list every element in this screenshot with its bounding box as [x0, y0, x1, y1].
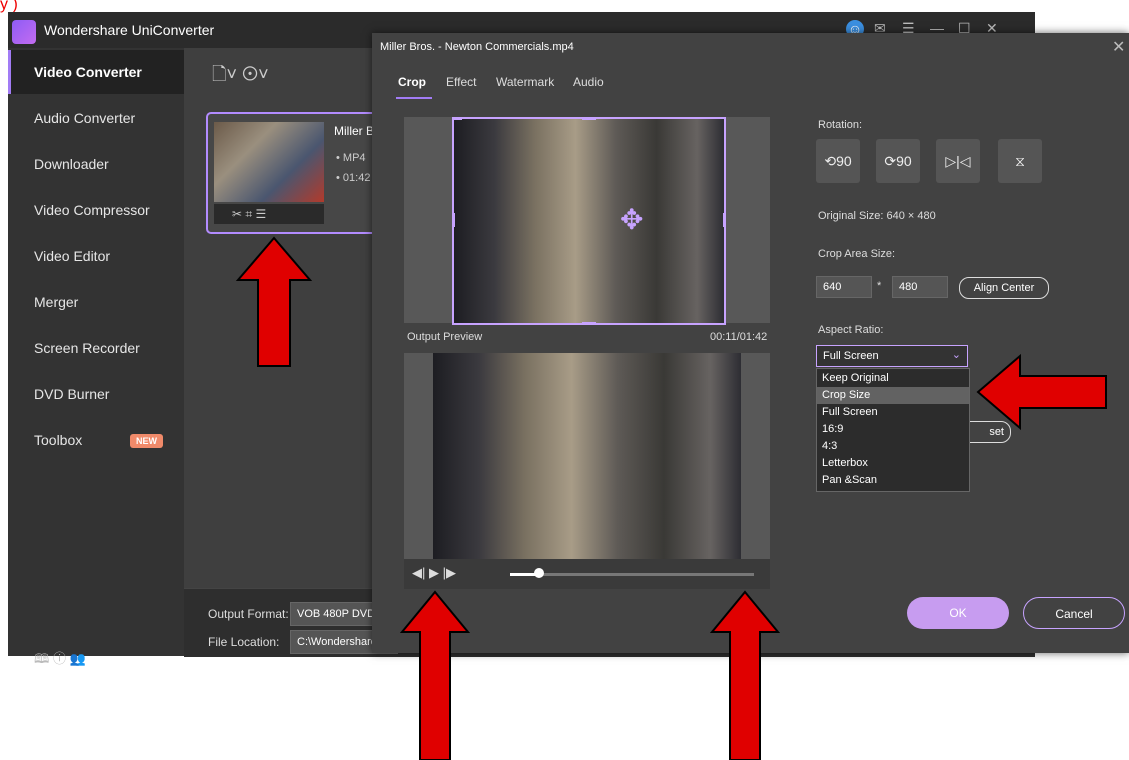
sidebar-bottom-icons[interactable]: 🕮 ⓘ 👥 [34, 648, 86, 672]
aspect-option-label: 16:9 [822, 423, 844, 435]
ok-button[interactable]: OK [907, 597, 1009, 629]
aspect-option[interactable]: Keep Original [817, 370, 969, 387]
sidebar-item-label: Audio Converter [34, 110, 136, 126]
tab-watermark[interactable]: Watermark [496, 75, 554, 89]
crop-handle[interactable] [452, 117, 462, 120]
crop-handle[interactable] [582, 322, 596, 325]
sidebar-item-label: Merger [34, 294, 79, 310]
sidebar: Video Converter Audio Converter Download… [8, 48, 187, 666]
aspect-option-label: Keep Original [822, 372, 889, 384]
app-logo-icon [12, 20, 36, 44]
crop-height-input[interactable]: 480 [892, 276, 948, 298]
aspect-option-label: Letterbox [822, 457, 868, 469]
cancel-button[interactable]: Cancel [1023, 597, 1125, 629]
crop-width-input[interactable]: 640 [816, 276, 872, 298]
red-arrow-up-icon [399, 590, 471, 760]
dialog-title: Miller Bros. - Newton Commercials.mp4 [380, 41, 574, 53]
sidebar-item-video-compressor[interactable]: Video Compressor [8, 188, 184, 232]
play-controls-icons[interactable]: ◀| ▶ |▶ [412, 565, 456, 581]
output-preview-label: Output Preview [407, 331, 483, 343]
tab-effect[interactable]: Effect [446, 75, 476, 89]
aspect-option-label: Full Screen [822, 406, 878, 418]
red-arrow-up-icon [235, 236, 313, 367]
thumbnail-tools[interactable]: ✂ ⌗ ☰ [214, 204, 324, 224]
sidebar-item-label: DVD Burner [34, 386, 110, 402]
red-arrow-up-icon [709, 590, 781, 760]
annotation-red-text: y ) [0, 0, 18, 13]
crop-handle[interactable] [723, 213, 726, 227]
rotation-label: Rotation: [818, 119, 863, 131]
aspect-ratio-label: Aspect Ratio: [818, 324, 884, 336]
crop-area-size-label: Crop Area Size: [818, 248, 896, 260]
sidebar-item-screen-recorder[interactable]: Screen Recorder [8, 326, 184, 370]
sidebar-item-label: Video Compressor [34, 202, 150, 218]
crop-preview: ✥ [404, 117, 770, 325]
sidebar-item-dvd-burner[interactable]: DVD Burner [8, 372, 184, 416]
crop-handle[interactable] [452, 213, 455, 227]
flip-vertical-button[interactable]: ⧖ [998, 139, 1042, 183]
sidebar-item-label: Downloader [34, 156, 109, 172]
sidebar-item-label: Screen Recorder [34, 340, 140, 356]
align-center-button[interactable]: Align Center [959, 277, 1049, 299]
time-display: 00:11/01:42 [710, 331, 768, 343]
aspect-ratio-select[interactable]: Full Screen ⌄ [816, 345, 968, 367]
app-title: Wondershare UniConverter [44, 22, 215, 38]
chevron-down-icon: ⌄ [951, 349, 961, 361]
aspect-option[interactable]: 16:9 [817, 421, 969, 438]
trim-crop-settings-icons[interactable]: ✂ ⌗ ☰ [232, 207, 266, 222]
progress-bar[interactable] [510, 568, 754, 578]
sidebar-item-video-editor[interactable]: Video Editor [8, 234, 184, 278]
output-preview [404, 353, 770, 589]
crop-size-separator: * [877, 280, 882, 292]
playback-controls: ◀| ▶ |▶ [404, 559, 770, 589]
red-arrow-left-icon [976, 353, 1107, 431]
aspect-option-label: Crop Size [822, 389, 871, 401]
original-size-label: Original Size: 640 × 480 [818, 210, 936, 222]
sidebar-item-label: Video Converter [34, 64, 142, 80]
new-badge: NEW [130, 434, 163, 448]
aspect-option[interactable]: Crop Size [817, 387, 969, 404]
crop-frame[interactable]: ✥ [452, 117, 726, 325]
sidebar-item-merger[interactable]: Merger [8, 280, 184, 324]
aspect-option[interactable]: Full Screen [817, 404, 969, 421]
sidebar-item-toolbox[interactable]: Toolbox NEW [8, 418, 184, 462]
tab-crop[interactable]: Crop [398, 75, 426, 89]
sidebar-item-audio-converter[interactable]: Audio Converter [8, 96, 184, 140]
video-thumbnail [214, 122, 324, 202]
sidebar-item-label: Video Editor [34, 248, 111, 264]
aspect-option-label: Pan &Scan [822, 474, 878, 486]
rotate-right-button[interactable]: ⟳90 [876, 139, 920, 183]
video-card[interactable]: ✂ ⌗ ☰ Miller Br • MP4 • 01:42 [206, 112, 400, 234]
crop-handle[interactable] [582, 117, 596, 120]
sidebar-item-downloader[interactable]: Downloader [8, 142, 184, 186]
aspect-selected-value: Full Screen [823, 350, 879, 362]
crop-dialog: Miller Bros. - Newton Commercials.mp4 ✕ … [372, 33, 1129, 653]
add-files-icon[interactable]: 🗋˅ ⊙˅ [212, 62, 269, 92]
file-location-label: File Location: [208, 635, 280, 649]
aspect-option-label: 4:3 [822, 440, 838, 452]
output-format-label: Output Format: [208, 607, 289, 621]
aspect-ratio-dropdown: Keep Original Crop Size Full Screen 16:9 4:3… [816, 368, 970, 492]
aspect-option[interactable]: Pan &Scan [817, 472, 969, 489]
sidebar-item-video-converter[interactable]: Video Converter [8, 50, 187, 94]
tab-audio[interactable]: Audio [573, 75, 604, 89]
video-duration: • 01:42 [336, 172, 371, 184]
active-tab-indicator [396, 97, 432, 99]
move-icon[interactable]: ✥ [620, 203, 643, 236]
aspect-option[interactable]: 4:3 [817, 438, 969, 455]
flip-horizontal-button[interactable]: ▷|◁ [936, 139, 980, 183]
progress-knob[interactable] [534, 568, 545, 578]
rotate-left-button[interactable]: ⟲90 [816, 139, 860, 183]
output-video-frame [433, 353, 741, 559]
sidebar-item-label: Toolbox [34, 432, 83, 448]
aspect-option[interactable]: Letterbox [817, 455, 969, 472]
video-format: • MP4 [336, 152, 366, 164]
close-icon[interactable]: ✕ [1112, 37, 1125, 57]
